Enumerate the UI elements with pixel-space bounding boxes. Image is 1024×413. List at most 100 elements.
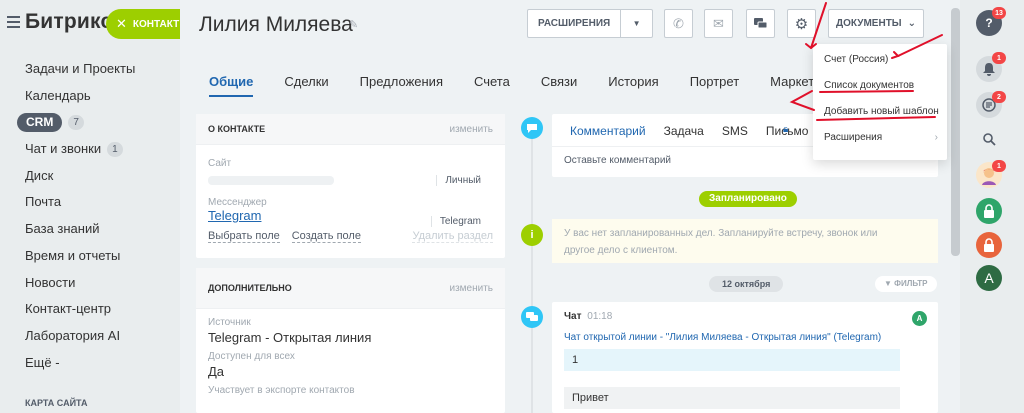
- sidebar-item-label: Календарь: [25, 87, 91, 103]
- edit-title-icon[interactable]: ✎: [349, 18, 358, 31]
- extensions-button[interactable]: РАСШИРЕНИЯ ▼: [527, 9, 653, 38]
- menu-item-extensions[interactable]: Расширения ›: [813, 125, 947, 151]
- delete-section-link[interactable]: Удалить раздел: [412, 230, 493, 243]
- tab-market[interactable]: Маркет: [770, 74, 814, 97]
- menu-item-document-list[interactable]: Список документов: [813, 73, 947, 99]
- contact-tabs: Общие Сделки Предложения Счета Связи Ист…: [209, 74, 845, 97]
- site-value-hidden: [208, 175, 334, 185]
- card-header: ДОПОЛНИТЕЛЬНО изменить: [196, 268, 505, 309]
- field-label: Доступен для всех: [208, 351, 295, 362]
- logo-row: Битрикс ✕ КОНТАКТ: [0, 0, 180, 46]
- avatar[interactable]: A: [912, 311, 927, 326]
- sidebar-item-label: Контакт-центр: [25, 301, 112, 317]
- messenger-type: Telegram: [430, 216, 481, 227]
- filter-button[interactable]: ▼ ФИЛЬТР: [875, 276, 937, 292]
- bitrix-logo[interactable]: Битрикс: [25, 10, 112, 34]
- edit-link[interactable]: изменить: [449, 124, 493, 135]
- sidebar-item-contact-center[interactable]: Контакт-центр: [0, 296, 180, 323]
- menu-item-add-template[interactable]: Добавить новый шаблон: [813, 99, 947, 125]
- left-sidebar: Битрикс ✕ КОНТАКТ Задачи и Проекты Кален…: [0, 0, 180, 413]
- help-badge: 13: [992, 7, 1006, 19]
- sidebar-item-news[interactable]: Новости: [0, 270, 180, 297]
- sidebar-item-disk[interactable]: Диск: [0, 163, 180, 190]
- tab-history[interactable]: История: [608, 74, 658, 97]
- gear-icon: ⚙: [794, 15, 809, 33]
- sidebar-item-ai-lab[interactable]: Лаборатория AI: [0, 323, 180, 350]
- user-badge: 1: [992, 160, 1006, 172]
- documents-button[interactable]: ДОКУМЕНТЫ ⌄: [828, 9, 924, 38]
- tasks-badge: 2: [992, 91, 1006, 103]
- tab-invoices[interactable]: Счета: [474, 74, 510, 97]
- avatar[interactable]: A: [976, 265, 1002, 291]
- date-separator: 12 октября: [709, 276, 784, 292]
- chevron-down-icon[interactable]: ▼: [620, 10, 652, 37]
- lock-icon: 🔒︎: [783, 124, 789, 135]
- close-icon: ✕: [116, 16, 127, 31]
- sidebar-item-label: Задачи и Проекты: [25, 61, 136, 76]
- count-badge: 7: [68, 115, 84, 131]
- edit-link[interactable]: изменить: [449, 283, 493, 294]
- tab-quotes[interactable]: Предложения: [360, 74, 443, 97]
- sidebar-item-knowledge[interactable]: База знаний: [0, 216, 180, 243]
- tab-deals[interactable]: Сделки: [284, 74, 328, 97]
- page-title: Лилия Миляева: [199, 13, 353, 36]
- card-actions: Выбрать поле Создать поле Удалить раздел: [196, 230, 505, 243]
- sidebar-item-label: Новости: [25, 274, 76, 290]
- sitemap-link[interactable]: КАРТА САЙТА: [25, 398, 87, 408]
- close-contact-button[interactable]: ✕ КОНТАКТ: [106, 9, 180, 39]
- sidebar-item-chat[interactable]: Чат и звонки 1: [0, 136, 180, 163]
- tab-task[interactable]: Задача: [664, 124, 704, 146]
- additional-card: ДОПОЛНИТЕЛЬНО изменить Источник Telegram…: [196, 268, 505, 413]
- sidebar-nav: Задачи и Проекты Календарь CRM 7 Чат и з…: [0, 56, 180, 376]
- chat-button[interactable]: [746, 9, 775, 38]
- export-field: Участвует в экспорте контактов: [196, 385, 505, 396]
- tab-sms[interactable]: SMS: [722, 124, 748, 146]
- chat-link[interactable]: Чат открытой линии - "Лилия Миляева - От…: [564, 332, 926, 343]
- email-button[interactable]: ✉: [704, 9, 733, 38]
- menu-burger-icon[interactable]: [7, 16, 20, 28]
- available-value: Да: [208, 364, 225, 379]
- settings-button[interactable]: ⚙: [787, 9, 816, 38]
- sidebar-item-tasks[interactable]: Задачи и Проекты: [0, 56, 180, 83]
- menu-item-invoice[interactable]: Счет (Россия): [813, 47, 947, 73]
- chat-icon: [754, 17, 767, 28]
- open-line-lock-icon[interactable]: [976, 232, 1002, 258]
- sidebar-item-crm[interactable]: CRM 7: [0, 109, 180, 136]
- tab-relations[interactable]: Связи: [541, 74, 577, 97]
- sidebar-item-label: Ещё -: [25, 354, 60, 370]
- site-field: Сайт Личный: [196, 158, 505, 191]
- sidebar-item-calendar[interactable]: Календарь: [0, 83, 180, 110]
- notification-badge: 1: [992, 52, 1006, 64]
- funnel-icon: ▼: [884, 279, 892, 288]
- sidebar-item-time[interactable]: Время и отчеты: [0, 243, 180, 270]
- chat-title: Чат: [564, 311, 582, 322]
- sidebar-item-label: Почта: [25, 194, 62, 210]
- choose-field-link[interactable]: Выбрать поле: [208, 230, 280, 243]
- scrollbar[interactable]: [951, 8, 960, 256]
- call-button[interactable]: ✆: [664, 9, 693, 38]
- source-value: Telegram - Открытая линия: [208, 330, 372, 345]
- card-title: О КОНТАКТЕ: [208, 124, 266, 134]
- notice-text: другое дело с клиентом.: [564, 245, 678, 256]
- documents-dropdown: Счет (Россия) Список документов Добавить…: [813, 44, 947, 160]
- tab-general[interactable]: Общие: [209, 74, 254, 97]
- sidebar-item-label: База знаний: [25, 221, 100, 237]
- sidebar-item-label: CRM: [17, 113, 63, 133]
- messenger-field: Мессенджер Telegram Telegram: [196, 197, 505, 227]
- planned-badge: Запланировано: [699, 191, 797, 207]
- search-icon[interactable]: [976, 126, 1002, 152]
- contact-button-label: КОНТАКТ: [132, 18, 180, 30]
- tab-comment[interactable]: Комментарий: [570, 124, 646, 146]
- tab-portrait[interactable]: Портрет: [690, 74, 739, 97]
- count-badge: 1: [107, 141, 123, 157]
- mail-icon: ✉: [713, 15, 724, 31]
- chevron-right-icon: ›: [934, 132, 938, 143]
- create-field-link[interactable]: Создать поле: [291, 230, 361, 243]
- card-title: ДОПОЛНИТЕЛЬНО: [208, 283, 292, 293]
- sidebar-item-label: Лаборатория AI: [25, 327, 121, 343]
- comment-icon: [521, 117, 543, 139]
- sidebar-item-mail[interactable]: Почта: [0, 189, 180, 216]
- sidebar-item-more[interactable]: Ещё -: [0, 350, 180, 377]
- chat-message: 1: [564, 349, 900, 371]
- open-line-lock-icon[interactable]: [976, 198, 1002, 224]
